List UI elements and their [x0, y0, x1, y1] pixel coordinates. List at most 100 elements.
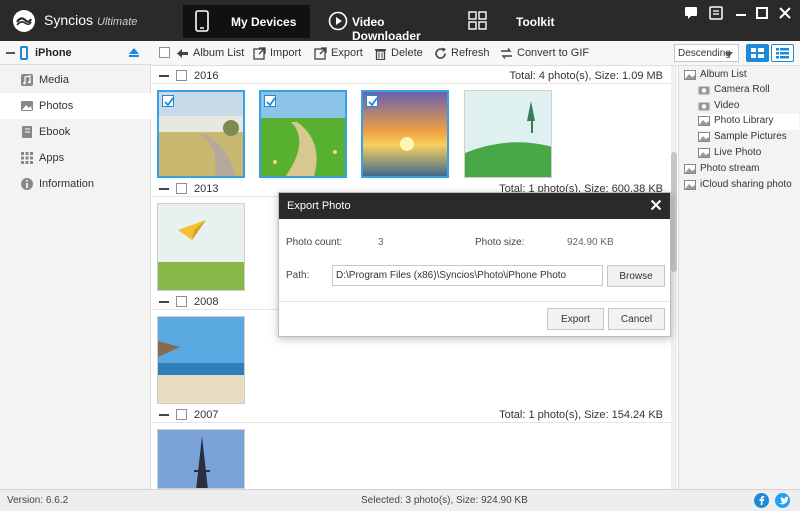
chevron-down-icon [725, 52, 733, 57]
delete-button[interactable]: Delete [374, 47, 424, 61]
content-scrollbar[interactable] [671, 66, 677, 489]
cancel-button[interactable]: Cancel [608, 308, 665, 330]
group-header-2016: 2016 Total: 4 photo(s), Size: 1.09 MB [151, 66, 671, 84]
tab-video-downloader[interactable]: Video Downloader [322, 5, 452, 43]
group-checkbox[interactable] [176, 296, 187, 307]
version-text: Version: 6.6.2 [7, 495, 69, 506]
album-item-sample-pictures[interactable]: Sample Pictures [698, 130, 799, 146]
photo-checkbox[interactable] [162, 95, 174, 107]
photo-thumbnail[interactable] [157, 203, 245, 291]
photo-beach [158, 317, 244, 403]
sidebar-item-information[interactable]: Information [0, 171, 151, 197]
close-icon[interactable] [778, 6, 792, 20]
group-total: Total: 1 photo(s), Size: 154.24 KB [499, 409, 663, 421]
group-year: 2016 [194, 70, 219, 82]
photo-eiffel-tower [158, 430, 244, 488]
import-button[interactable]: Import [253, 47, 303, 61]
dialog-title: Export Photo [287, 200, 351, 212]
select-all-checkbox[interactable] [159, 47, 170, 58]
photo-green-hill [465, 91, 551, 177]
album-list-button[interactable]: Album List [176, 47, 244, 61]
eject-bar [129, 55, 139, 57]
close-icon[interactable] [650, 199, 662, 211]
scrollbar-thumb[interactable] [671, 152, 677, 272]
album-item-photo-stream[interactable]: Photo stream [684, 162, 799, 178]
export-label: Export [331, 47, 363, 59]
group-checkbox[interactable] [176, 70, 187, 81]
photo-thumbnail[interactable] [361, 90, 449, 178]
refresh-button[interactable]: Refresh [434, 47, 490, 61]
photo-count-value: 3 [378, 237, 384, 248]
collapse-group-icon[interactable] [159, 301, 169, 303]
eject-icon[interactable] [129, 48, 139, 54]
collapse-group-icon[interactable] [159, 75, 169, 77]
minimize-icon[interactable] [734, 6, 748, 20]
sidebar-item-label: Ebook [39, 126, 71, 138]
title-bar: Syncios Ultimate My Devices Video Downloa… [0, 0, 800, 43]
tab-toolkit-label: Toolkit [516, 15, 555, 29]
list-view-icon [776, 48, 789, 59]
grid-view-button[interactable] [746, 44, 769, 62]
music-icon [21, 74, 33, 86]
export-button[interactable]: Export [314, 47, 364, 61]
group-checkbox[interactable] [176, 183, 187, 194]
photo-checkbox[interactable] [264, 95, 276, 107]
tab-toolkit[interactable]: Toolkit [462, 5, 582, 38]
sidebar-item-label: Media [39, 74, 69, 86]
photo-thumbnail[interactable] [464, 90, 552, 178]
collapse-device-icon[interactable] [6, 52, 15, 54]
device-header[interactable]: iPhone [0, 41, 151, 65]
maximize-icon[interactable] [755, 6, 769, 20]
photo-icon [21, 101, 33, 111]
refresh-icon [435, 47, 446, 59]
sidebar-item-ebook[interactable]: Ebook [0, 119, 151, 145]
album-item-label: Video [714, 100, 740, 111]
group-checkbox[interactable] [176, 409, 187, 420]
twitter-icon[interactable] [775, 493, 790, 508]
delete-label: Delete [391, 47, 423, 59]
group-year: 2008 [194, 296, 219, 308]
menu-icon[interactable] [709, 6, 723, 20]
path-label: Path: [286, 270, 310, 281]
app-edition: Ultimate [97, 16, 138, 28]
dialog-header: Export Photo [279, 193, 670, 219]
group-header-2007: 2007 Total: 1 photo(s), Size: 154.24 KB [151, 405, 671, 423]
photo-thumbnail[interactable] [157, 90, 245, 178]
feedback-icon[interactable] [684, 6, 698, 20]
device-name: iPhone [35, 47, 72, 59]
photo-size-label: Photo size: [475, 237, 525, 248]
album-item-live-photo[interactable]: Live Photo [698, 146, 799, 162]
convert-gif-button[interactable]: Convert to GIF [500, 47, 589, 61]
refresh-label: Refresh [451, 47, 490, 59]
export-path-field[interactable]: D:\Program Files (x86)\Syncios\Photo\iPh… [332, 265, 603, 286]
album-item-camera-roll[interactable]: Camera Roll [698, 83, 799, 99]
album-item-icloud-sharing[interactable]: iCloud sharing photo [684, 178, 799, 194]
browse-button[interactable]: Browse [607, 265, 665, 287]
album-item-album-list[interactable]: Album List [684, 68, 799, 84]
export-confirm-button[interactable]: Export [547, 308, 604, 330]
dialog-divider [279, 301, 670, 302]
photo-toolbar: Album List Import Export Delete Refresh … [151, 41, 800, 66]
collapse-group-icon[interactable] [159, 188, 169, 190]
play-icon [328, 11, 348, 31]
album-item-label: Album List [700, 69, 747, 80]
list-view-button[interactable] [771, 44, 794, 62]
sort-order-select[interactable]: Descending [674, 44, 739, 62]
album-icon [684, 70, 696, 80]
photo-checkbox[interactable] [366, 95, 378, 107]
photo-thumbnail[interactable] [157, 316, 245, 404]
collapse-group-icon[interactable] [159, 414, 169, 416]
export-icon [314, 47, 327, 60]
convert-icon [501, 48, 512, 59]
sidebar-item-apps[interactable]: Apps [0, 145, 151, 171]
photo-thumbnail[interactable] [157, 429, 245, 489]
group-total: Total: 4 photo(s), Size: 1.09 MB [509, 70, 663, 82]
sidebar-item-media[interactable]: Media [0, 67, 151, 93]
sidebar-item-photos[interactable]: Photos [0, 93, 151, 119]
tab-my-devices-label: My Devices [231, 15, 297, 29]
facebook-icon[interactable] [754, 493, 769, 508]
tab-my-devices[interactable]: My Devices [183, 5, 310, 38]
photo-thumbnail[interactable] [259, 90, 347, 178]
album-item-photo-library[interactable]: Photo Library [698, 114, 799, 130]
album-item-video[interactable]: Video [698, 99, 799, 115]
